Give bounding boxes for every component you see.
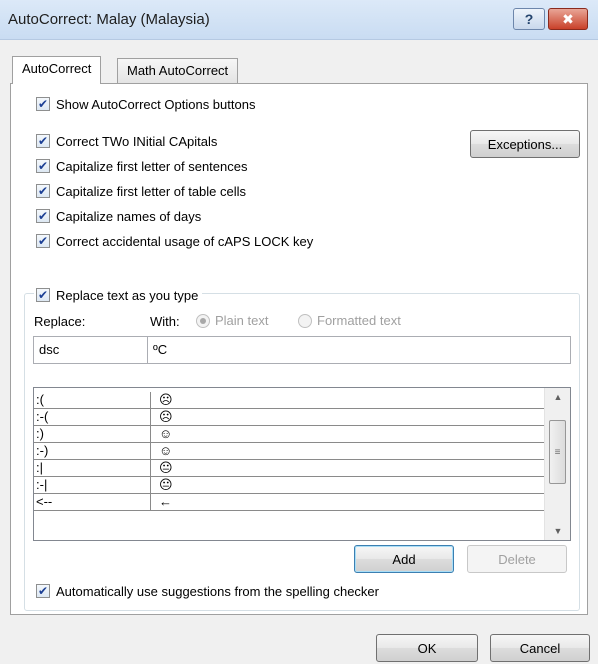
capitalize-table-cells-label: Capitalize first letter of table cells bbox=[56, 183, 247, 199]
spelling-suggestions-checkbox[interactable]: Automatically use suggestions from the s… bbox=[36, 582, 379, 600]
entry-from: <-- bbox=[36, 494, 53, 509]
ok-button[interactable]: OK bbox=[376, 634, 478, 662]
show-options-buttons-label: Show AutoCorrect Options buttons bbox=[56, 96, 256, 112]
radio-unselected-icon bbox=[298, 313, 312, 328]
capitalize-sentences-label: Capitalize first letter of sentences bbox=[56, 158, 248, 174]
with-label: With: bbox=[150, 314, 180, 329]
entry-from: :| bbox=[36, 460, 43, 475]
caps-lock-checkbox[interactable]: Correct accidental usage of cAPS LOCK ke… bbox=[36, 232, 313, 250]
entry-to: ☹ bbox=[150, 392, 540, 408]
close-button[interactable]: ✖ bbox=[548, 8, 588, 30]
entry-from: :) bbox=[36, 426, 44, 441]
exceptions-button[interactable]: Exceptions... bbox=[470, 130, 580, 158]
formatted-text-radio[interactable]: Formatted text bbox=[298, 313, 401, 328]
list-item[interactable]: <-- ← bbox=[34, 494, 544, 511]
replace-as-you-type-label: Replace text as you type bbox=[56, 287, 199, 303]
replacement-list[interactable]: :( ☹ :-( ☹ :) ☺ :-) ☺ :| 😐 :-| 😐 <-- ← ▲ bbox=[33, 387, 571, 541]
scroll-down-icon[interactable]: ▼ bbox=[545, 522, 570, 540]
replace-label: Replace: bbox=[34, 314, 86, 329]
formatted-text-label: Formatted text bbox=[317, 313, 401, 328]
list-item[interactable]: :) ☺ bbox=[34, 426, 544, 443]
list-item[interactable]: :-| 😐 bbox=[34, 477, 544, 494]
checkbox-checked-icon bbox=[36, 97, 50, 111]
autocorrect-dialog: AutoCorrect: Malay (Malaysia) ? ✖ AutoCo… bbox=[0, 0, 598, 664]
correct-two-initials-checkbox[interactable]: Correct TWo INitial CApitals bbox=[36, 132, 217, 150]
entry-from: :-| bbox=[36, 477, 48, 492]
title-bar: AutoCorrect: Malay (Malaysia) ? ✖ bbox=[0, 0, 598, 40]
plain-text-radio[interactable]: Plain text bbox=[196, 313, 268, 328]
entry-to: ← bbox=[150, 494, 540, 510]
tab-autocorrect[interactable]: AutoCorrect bbox=[12, 56, 102, 84]
capitalize-sentences-checkbox[interactable]: Capitalize first letter of sentences bbox=[36, 157, 247, 175]
scroll-thumb[interactable]: ≡ bbox=[549, 420, 566, 484]
entry-to: ☺ bbox=[150, 443, 540, 459]
list-item[interactable]: :-) ☺ bbox=[34, 443, 544, 460]
entry-to: 😐 bbox=[150, 477, 540, 493]
grip-icon: ≡ bbox=[554, 446, 561, 458]
entry-from: :-( bbox=[36, 409, 49, 424]
spelling-suggestions-label: Automatically use suggestions from the s… bbox=[56, 583, 379, 599]
entry-from: :( bbox=[36, 392, 44, 407]
checkbox-checked-icon bbox=[36, 159, 50, 173]
checkbox-checked-icon bbox=[36, 288, 50, 302]
entry-from: :-) bbox=[36, 443, 49, 458]
checkbox-checked-icon bbox=[36, 134, 50, 148]
with-input[interactable]: ºC bbox=[147, 336, 571, 364]
capitalize-days-label: Capitalize names of days bbox=[56, 208, 202, 224]
entry-to: 😐 bbox=[150, 460, 540, 476]
list-item[interactable]: :-( ☹ bbox=[34, 409, 544, 426]
checkbox-checked-icon bbox=[36, 209, 50, 223]
help-button[interactable]: ? bbox=[513, 8, 545, 30]
tab-math-autocorrect[interactable]: Math AutoCorrect bbox=[117, 58, 239, 84]
delete-button[interactable]: Delete bbox=[467, 545, 567, 573]
capitalize-table-cells-checkbox[interactable]: Capitalize first letter of table cells bbox=[36, 182, 246, 200]
caps-lock-label: Correct accidental usage of cAPS LOCK ke… bbox=[56, 233, 314, 249]
window-title: AutoCorrect: Malay (Malaysia) bbox=[8, 11, 210, 28]
list-scrollbar[interactable]: ▲ ≡ ▼ bbox=[544, 388, 570, 540]
replace-input[interactable]: dsc bbox=[33, 336, 148, 364]
list-item[interactable]: :( ☹ bbox=[34, 392, 544, 409]
list-item[interactable]: :| 😐 bbox=[34, 460, 544, 477]
checkbox-checked-icon bbox=[36, 234, 50, 248]
checkbox-checked-icon bbox=[36, 184, 50, 198]
entry-to: ☺ bbox=[150, 426, 540, 442]
capitalize-days-checkbox[interactable]: Capitalize names of days bbox=[36, 207, 201, 225]
checkbox-checked-icon bbox=[36, 584, 50, 598]
correct-two-initials-label: Correct TWo INitial CApitals bbox=[56, 133, 218, 149]
replace-as-you-type-checkbox[interactable]: Replace text as you type bbox=[34, 286, 203, 304]
radio-selected-icon bbox=[196, 313, 210, 328]
add-button[interactable]: Add bbox=[354, 545, 454, 573]
entry-to: ☹ bbox=[150, 409, 540, 425]
cancel-button[interactable]: Cancel bbox=[490, 634, 590, 662]
show-options-buttons-checkbox[interactable]: Show AutoCorrect Options buttons bbox=[36, 95, 255, 113]
plain-text-label: Plain text bbox=[215, 313, 269, 328]
scroll-up-icon[interactable]: ▲ bbox=[545, 388, 570, 406]
